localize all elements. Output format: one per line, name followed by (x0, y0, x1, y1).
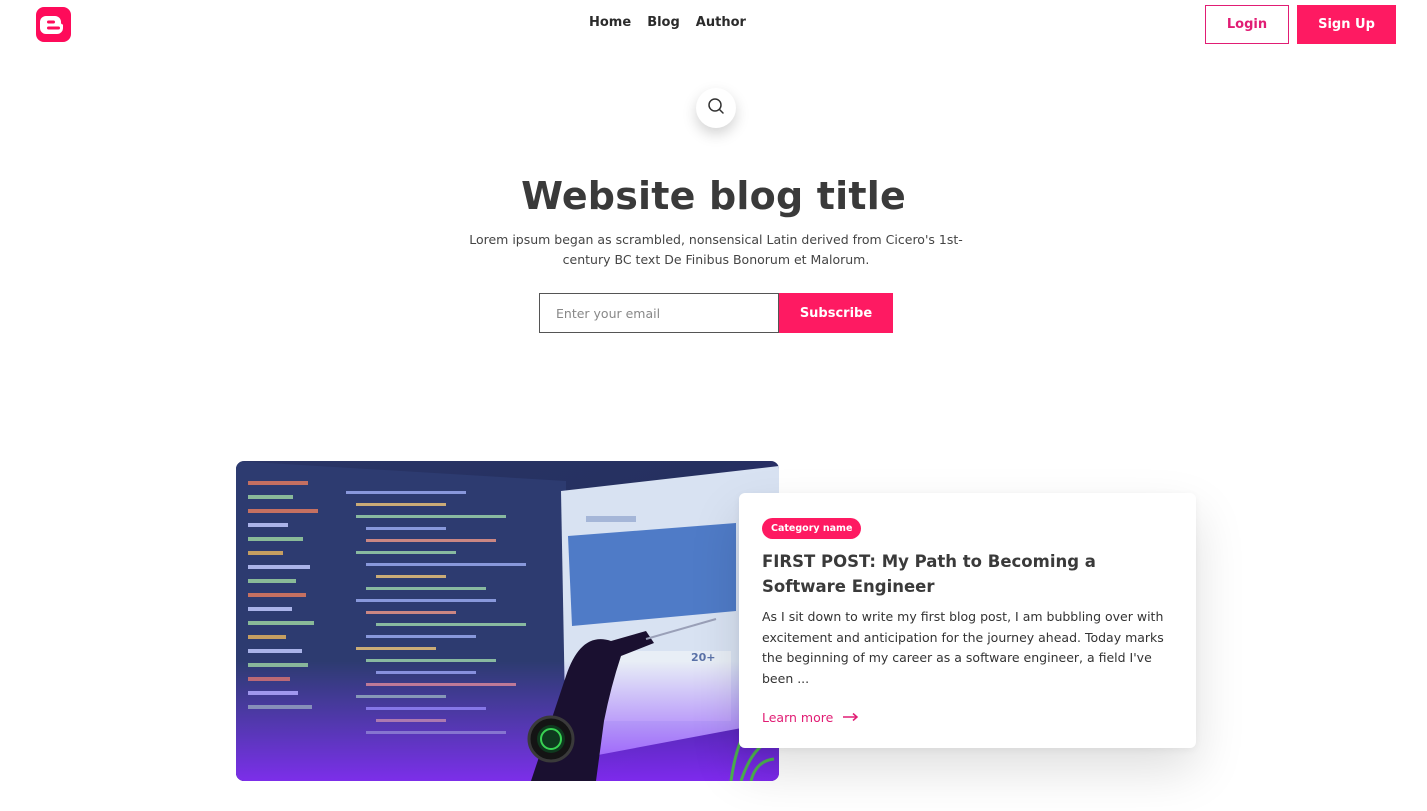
subscribe-form: Subscribe (539, 293, 893, 333)
arrow-right-icon (843, 710, 859, 725)
hero-description: Lorem ipsum began as scrambled, nonsensi… (469, 232, 963, 267)
site-header: Home Blog Author Login Sign Up (0, 0, 1427, 48)
learn-more-link[interactable]: Learn more (762, 710, 859, 725)
blogger-logo-icon[interactable] (36, 7, 71, 42)
post-excerpt: As I sit down to write my first blog pos… (762, 609, 1164, 686)
login-button[interactable]: Login (1205, 5, 1289, 44)
post-title[interactable]: FIRST POST: My Path to Becoming a Softwa… (762, 549, 1173, 599)
post-image[interactable]: 20+ (236, 461, 779, 781)
nav-author[interactable]: Author (696, 15, 746, 30)
category-badge[interactable]: Category name (762, 518, 862, 539)
page-title: Website blog title (521, 174, 906, 218)
post-card: Category name FIRST POST: My Path to Bec… (739, 493, 1196, 748)
email-input[interactable] (539, 293, 779, 333)
nav-blog[interactable]: Blog (647, 15, 680, 30)
subscribe-button[interactable]: Subscribe (779, 293, 893, 333)
signup-button[interactable]: Sign Up (1297, 5, 1396, 44)
nav-home[interactable]: Home (589, 15, 631, 30)
search-button[interactable] (696, 88, 736, 128)
main-nav: Home Blog Author (589, 15, 746, 30)
learn-more-label: Learn more (762, 710, 834, 725)
search-icon (707, 97, 725, 119)
